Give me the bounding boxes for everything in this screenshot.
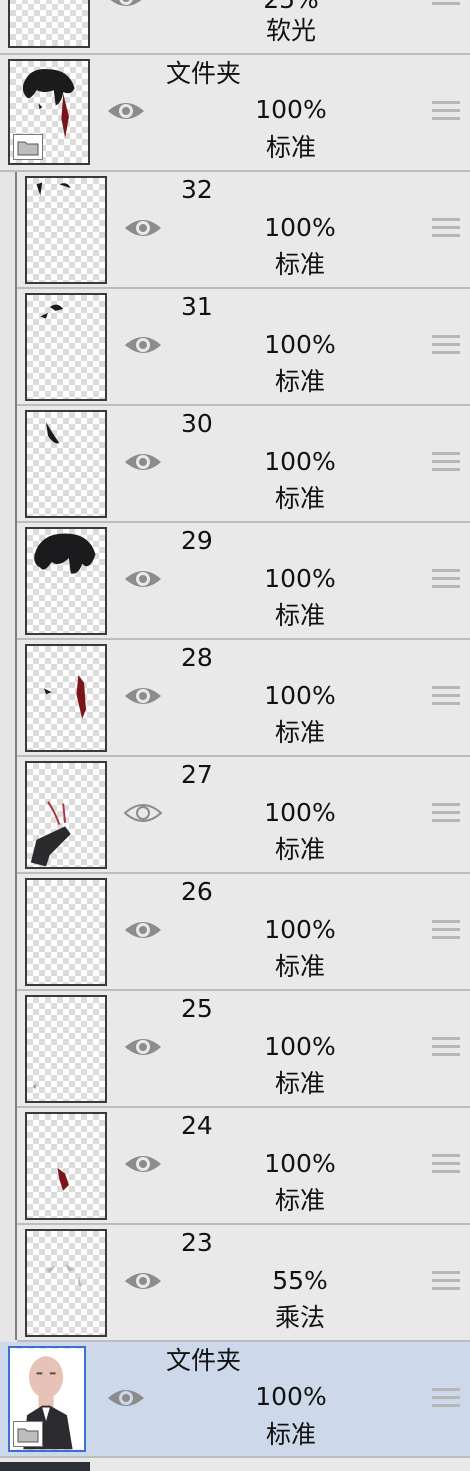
folder-thumbnail[interactable]: [8, 59, 90, 165]
layer-opacity: 100%: [264, 447, 336, 476]
layer-row[interactable]: 29 100% 标准: [17, 523, 470, 640]
layer-thumbnail[interactable]: [25, 995, 107, 1103]
drag-handle-icon[interactable]: [432, 1154, 460, 1178]
eye-icon[interactable]: [123, 448, 163, 476]
layer-opacity: 100%: [264, 213, 336, 242]
drag-handle-icon[interactable]: [432, 452, 460, 476]
drag-handle-icon[interactable]: [432, 1271, 460, 1295]
blend-mode[interactable]: 乘法: [245, 1304, 355, 1332]
layer-thumbnail[interactable]: [25, 761, 107, 869]
layer-opacity: 100%: [255, 95, 327, 124]
drag-handle-icon[interactable]: [432, 569, 460, 593]
folder-name: 文件夹: [166, 1346, 242, 1375]
layer-row[interactable]: 30 100% 标准: [17, 406, 470, 523]
layer-opacity: 100%: [264, 681, 336, 710]
layer-row[interactable]: 31 100% 标准: [17, 289, 470, 406]
drag-handle-icon[interactable]: [432, 335, 460, 359]
layer-opacity: 100%: [264, 915, 336, 944]
eye-icon[interactable]: [106, 1384, 146, 1412]
layer-opacity: 100%: [264, 798, 336, 827]
layer-name: 30: [181, 409, 213, 438]
folder-row[interactable]: 文件夹 100% 标准: [0, 55, 470, 172]
eye-icon[interactable]: [123, 331, 163, 359]
eye-icon[interactable]: [123, 214, 163, 242]
drag-handle-icon[interactable]: [432, 101, 460, 125]
layer-thumbnail[interactable]: [25, 1112, 107, 1220]
layer-name: 31: [181, 292, 213, 321]
drag-handle-icon[interactable]: [432, 0, 460, 18]
layer-thumbnail[interactable]: [25, 1229, 107, 1337]
blend-mode[interactable]: 标准: [245, 485, 355, 513]
layer-opacity: 100%: [264, 1032, 336, 1061]
layer-name: 29: [181, 526, 213, 555]
eye-icon[interactable]: [123, 682, 163, 710]
layer-thumbnail[interactable]: [25, 878, 107, 986]
layer-opacity: 55%: [272, 1266, 328, 1295]
blend-mode[interactable]: 标准: [245, 602, 355, 630]
blend-mode[interactable]: 标准: [236, 1421, 346, 1449]
next-layer-row-partial[interactable]: [0, 1458, 470, 1471]
blend-mode[interactable]: 标准: [236, 134, 346, 162]
blend-mode[interactable]: 标准: [245, 368, 355, 396]
folder-icon: [13, 134, 43, 160]
drag-handle-icon[interactable]: [432, 686, 460, 710]
layer-thumbnail[interactable]: [25, 176, 107, 284]
layer-name: 24: [181, 1111, 213, 1140]
layer-name: 32: [181, 175, 213, 204]
eye-icon[interactable]: [123, 565, 163, 593]
layer-opacity: 100%: [264, 564, 336, 593]
layer-row-partial[interactable]: 25% 软光: [0, 0, 470, 55]
blend-mode[interactable]: 标准: [245, 1187, 355, 1215]
blend-mode[interactable]: 标准: [245, 836, 355, 864]
layer-thumbnail: [0, 1462, 90, 1471]
layer-opacity: 25%: [236, 0, 346, 14]
layer-opacity: 100%: [264, 1149, 336, 1178]
eye-icon[interactable]: [123, 1033, 163, 1061]
eye-hidden-icon[interactable]: [123, 799, 163, 827]
layer-row[interactable]: 28 100% 标准: [17, 640, 470, 757]
layer-name: 23: [181, 1228, 213, 1257]
layer-row[interactable]: 27 100% 标准: [17, 757, 470, 874]
layer-thumbnail[interactable]: [25, 644, 107, 752]
folder-name: 文件夹: [166, 59, 242, 88]
blend-mode[interactable]: 标准: [245, 953, 355, 981]
layer-row[interactable]: 24 100% 标准: [17, 1108, 470, 1225]
eye-icon[interactable]: [106, 0, 146, 12]
layer-opacity: 100%: [264, 330, 336, 359]
layer-name: 28: [181, 643, 213, 672]
drag-handle-icon[interactable]: [432, 920, 460, 944]
layer-row[interactable]: 23 55% 乘法: [17, 1225, 470, 1342]
drag-handle-icon[interactable]: [432, 218, 460, 242]
folder-thumbnail[interactable]: [8, 1346, 86, 1452]
eye-icon[interactable]: [106, 97, 146, 125]
drag-handle-icon[interactable]: [432, 1388, 460, 1412]
blend-mode[interactable]: 标准: [245, 251, 355, 279]
folder-row-selected[interactable]: 文件夹 100% 标准: [0, 1342, 470, 1458]
eye-icon[interactable]: [123, 916, 163, 944]
layer-opacity: 100%: [255, 1382, 327, 1411]
layer-thumbnail[interactable]: [25, 293, 107, 401]
folder-icon: [13, 1421, 43, 1447]
eye-icon[interactable]: [123, 1150, 163, 1178]
drag-handle-icon[interactable]: [432, 803, 460, 827]
layer-row[interactable]: 32 100% 标准: [17, 172, 470, 289]
layer-name: 26: [181, 877, 213, 906]
layer-name: 27: [181, 760, 213, 789]
drag-handle-icon[interactable]: [432, 1037, 460, 1061]
eye-icon[interactable]: [123, 1267, 163, 1295]
layer-row[interactable]: 26 100% 标准: [17, 874, 470, 991]
layer-row[interactable]: 25 100% 标准: [17, 991, 470, 1108]
blend-mode[interactable]: 标准: [245, 719, 355, 747]
layer-thumbnail[interactable]: [8, 0, 90, 48]
layer-thumbnail[interactable]: [25, 410, 107, 518]
blend-mode[interactable]: 软光: [236, 17, 346, 45]
layer-name: 25: [181, 994, 213, 1023]
layer-thumbnail[interactable]: [25, 527, 107, 635]
blend-mode[interactable]: 标准: [245, 1070, 355, 1098]
